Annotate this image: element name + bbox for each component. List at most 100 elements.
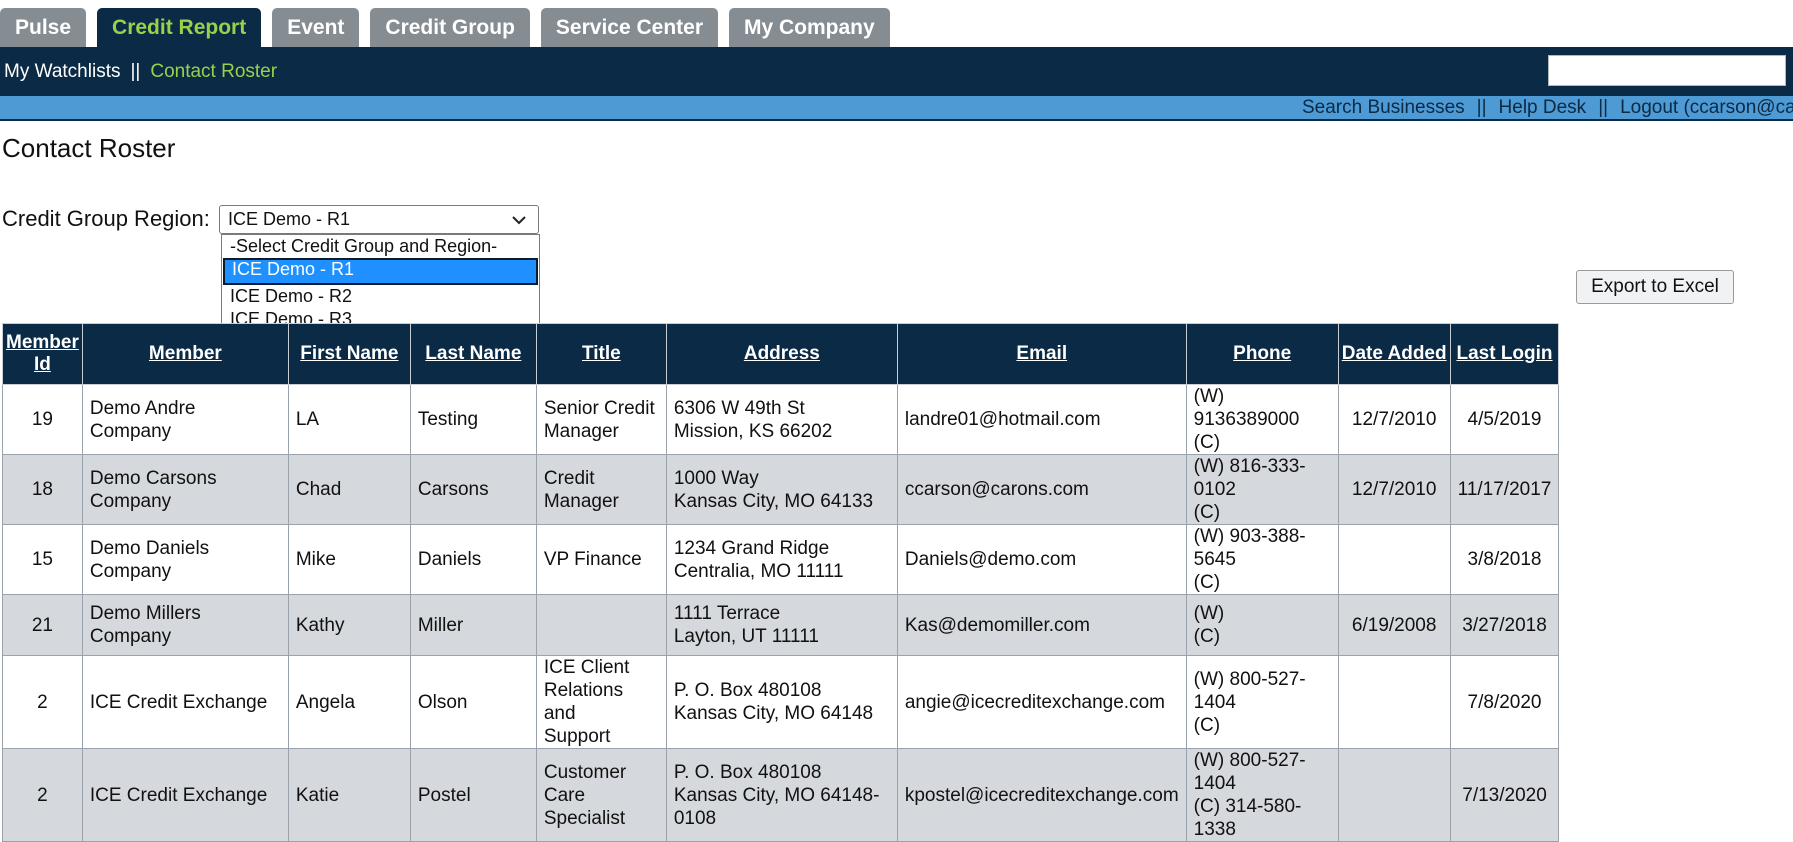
address-line: Kansas City, MO 64148: [673, 703, 874, 724]
cell-email: kpostel@icecreditexchange.com: [896, 748, 1187, 842]
cell-phone: (W) 816-333-0102 (C): [1185, 454, 1339, 525]
table-header-row: Member Id Member First Name Last Name Tit…: [2, 323, 1560, 385]
cell-first-name: Katie: [287, 748, 411, 842]
cell-last-name: Testing: [409, 384, 537, 455]
address-line: 6306 W 49th St: [673, 397, 805, 419]
cell-address: 1234 Grand Ridge Centralia, MO 11111: [665, 524, 898, 595]
cell-date-added: [1337, 748, 1451, 842]
table-row: 18 Demo Carsons Company Chad Carsons Cre…: [2, 454, 1560, 525]
logout-link[interactable]: Logout (ccarson@car: [1620, 97, 1793, 118]
cell-address: 6306 W 49th St Mission, KS 66202: [665, 384, 898, 455]
region-dropdown-list: -Select Credit Group and Region- ICE Dem…: [221, 234, 540, 330]
page-title: Contact Roster: [2, 133, 176, 163]
cell-member: Demo Daniels Company: [81, 524, 289, 595]
contact-roster-link[interactable]: Contact Roster: [150, 61, 277, 82]
region-option[interactable]: ICE Demo - R2: [223, 285, 538, 308]
phone-work: (W) 903-388-5645: [1193, 526, 1306, 570]
cell-date-added: 6/19/2008: [1337, 594, 1451, 656]
phone-cell: (C): [1193, 502, 1221, 523]
cell-first-name: Angela: [287, 655, 411, 749]
main-tabs: Pulse Credit Report Event Credit Group S…: [0, 8, 901, 48]
cell-member: Demo Carsons Company: [81, 454, 289, 525]
cell-date-added: 12/7/2010: [1337, 384, 1451, 455]
address-line: Mission, KS 66202: [673, 420, 833, 442]
phone-cell: (C) 314-580-1338: [1193, 796, 1302, 840]
search-businesses-link[interactable]: Search Businesses: [1302, 97, 1465, 118]
header-search-input[interactable]: [1548, 55, 1786, 86]
help-desk-link[interactable]: Help Desk: [1499, 97, 1587, 118]
title-line: ICE Client: [543, 657, 630, 678]
cell-member-id: 2: [2, 655, 83, 749]
title-line: Senior Credit: [543, 397, 655, 419]
phone-work: (W) 800-527-1404: [1193, 668, 1306, 713]
cell-last-login: 11/17/2017: [1449, 454, 1560, 525]
cell-last-name: Carsons: [409, 454, 537, 525]
cell-date-added: [1337, 524, 1451, 595]
column-header-member[interactable]: Member: [81, 323, 289, 385]
column-header-email[interactable]: Email: [896, 323, 1187, 385]
column-header-date-added[interactable]: Date Added: [1337, 323, 1451, 385]
cell-member: ICE Credit Exchange: [81, 748, 289, 842]
tab-service-center[interactable]: Service Center: [540, 8, 718, 48]
phone-work: (W) 816-333-0102: [1193, 456, 1306, 500]
contact-roster-table: Member Id Member First Name Last Name Tit…: [2, 323, 1560, 842]
sub-navigation: My Watchlists || Contact Roster: [0, 47, 1793, 96]
title-line: Support: [543, 726, 611, 747]
cell-address: 1111 Terrace Layton, UT 11111: [665, 594, 898, 656]
tab-my-company[interactable]: My Company: [729, 8, 890, 48]
cell-first-name: LA: [287, 384, 411, 455]
cell-phone: (W) 9136389000 (C): [1185, 384, 1339, 455]
column-header-phone[interactable]: Phone: [1185, 323, 1339, 385]
export-to-excel-button[interactable]: Export to Excel: [1576, 270, 1734, 304]
column-header-title[interactable]: Title: [535, 323, 667, 385]
cell-title: ICE Client Relations and Support: [535, 655, 667, 749]
cell-member-id: 21: [2, 594, 83, 656]
column-header-address[interactable]: Address: [665, 323, 898, 385]
tab-credit-group[interactable]: Credit Group: [370, 8, 530, 48]
cell-member-id: 19: [2, 384, 83, 455]
region-select[interactable]: ICE Demo - R1: [219, 205, 539, 234]
column-header-member-id[interactable]: Member Id: [2, 323, 83, 385]
tab-credit-report[interactable]: Credit Report: [97, 8, 262, 48]
phone-work: (W): [1193, 603, 1225, 624]
cell-phone: (W) 800-527-1404 (C): [1185, 655, 1339, 749]
header-member-id-line1: Member: [6, 332, 79, 353]
tab-event[interactable]: Event: [272, 8, 360, 48]
title-line: Specialist: [543, 807, 626, 829]
table-row: 15 Demo Daniels Company Mike Daniels VP …: [2, 524, 1560, 595]
cell-last-name: Daniels: [409, 524, 537, 595]
table-row: 2 ICE Credit Exchange Katie Postel Custo…: [2, 748, 1560, 842]
my-watchlists-link[interactable]: My Watchlists: [4, 61, 120, 82]
column-header-first-name[interactable]: First Name: [287, 323, 411, 385]
region-option-selected[interactable]: ICE Demo - R1: [223, 258, 538, 285]
cell-member: Demo Andre Company: [81, 384, 289, 455]
region-option[interactable]: -Select Credit Group and Region-: [223, 235, 538, 258]
cell-last-name: Miller: [409, 594, 537, 656]
title-line: Customer Care: [543, 761, 627, 806]
cell-phone: (W) (C): [1185, 594, 1339, 656]
cell-email: angie@icecreditexchange.com: [896, 655, 1187, 749]
address-line: 1000 Way: [673, 467, 759, 489]
utility-bar: Search Businesses || Help Desk || Logout (cc…: [0, 96, 1793, 121]
cell-date-added: 12/7/2010: [1337, 454, 1451, 525]
cell-phone: (W) 903-388-5645 (C): [1185, 524, 1339, 595]
phone-work: (W) 9136389000: [1193, 386, 1300, 430]
column-header-last-name[interactable]: Last Name: [409, 323, 537, 385]
title-line: Relations and: [543, 680, 624, 724]
subnav-separator: ||: [130, 61, 141, 82]
cell-email: ccarson@carons.com: [896, 454, 1187, 525]
phone-cell: (C): [1193, 572, 1221, 593]
tab-pulse[interactable]: Pulse: [0, 8, 87, 48]
address-line: P. O. Box 480108: [673, 680, 822, 701]
cell-last-name: Postel: [409, 748, 537, 842]
utility-separator: ||: [1598, 97, 1609, 118]
cell-last-login: 3/8/2018: [1449, 524, 1560, 595]
cell-address: 1000 Way Kansas City, MO 64133: [665, 454, 898, 525]
region-label: Credit Group Region:: [2, 206, 210, 231]
column-header-last-login[interactable]: Last Login: [1449, 323, 1560, 385]
address-line: P. O. Box 480108: [673, 761, 822, 783]
address-line: Layton, UT 11111: [673, 626, 819, 647]
cell-member-id: 2: [2, 748, 83, 842]
cell-last-login: 7/13/2020: [1449, 748, 1560, 842]
address-line: Kansas City, MO 64148-0108: [673, 784, 880, 829]
